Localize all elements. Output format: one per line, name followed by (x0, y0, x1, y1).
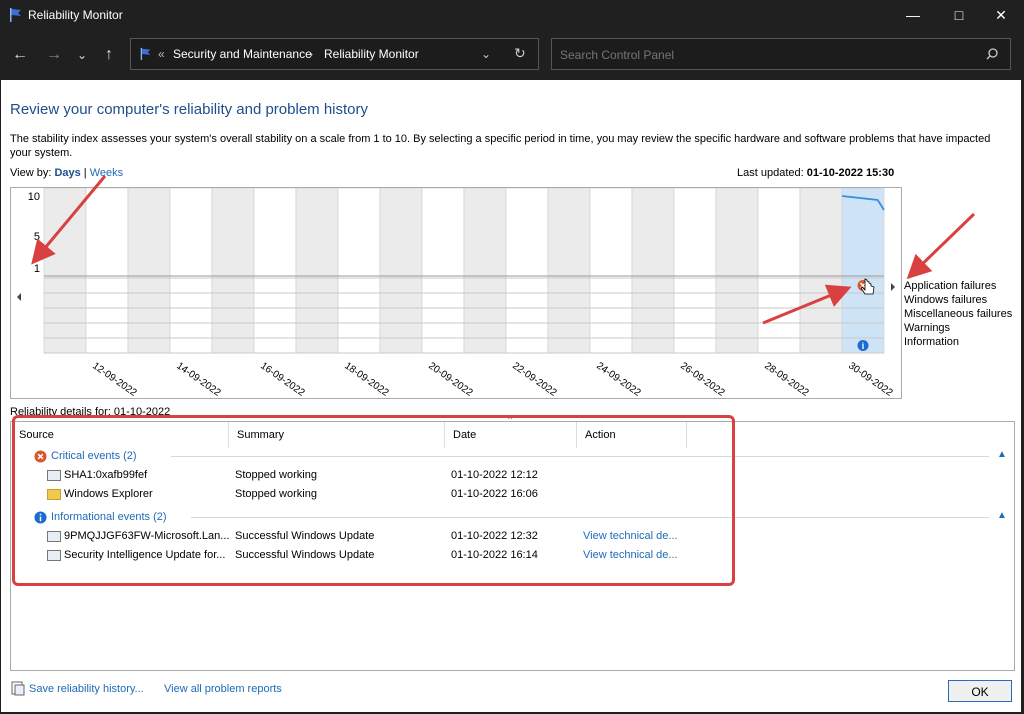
row-source: Windows Explorer (64, 488, 153, 500)
row-summary: Stopped working (235, 488, 317, 500)
address-dropdown-icon[interactable]: ⌄ (481, 47, 491, 61)
row-source: Security Intelligence Update for... (64, 549, 226, 561)
row-date: 01-10-2022 16:14 (451, 549, 538, 561)
breadcrumb-reliability-monitor[interactable]: Reliability Monitor (324, 47, 419, 61)
save-reliability-history-link[interactable]: Save reliability history... (29, 683, 144, 695)
maximize-button[interactable]: □ (936, 0, 982, 30)
folder-icon (47, 489, 61, 500)
reliability-details-list: Source Summary Date Action ⌃ Critical ev… (10, 416, 1016, 671)
column-header-action[interactable]: Action (577, 422, 687, 448)
close-button[interactable]: ✕ (978, 0, 1024, 30)
annotation-arrow (906, 212, 976, 280)
up-arrow-icon[interactable]: ↑ (98, 44, 120, 66)
row-date: 01-10-2022 16:06 (451, 488, 538, 500)
column-header-source[interactable]: Source (11, 422, 229, 448)
breadcrumb-overflow[interactable]: « (158, 47, 165, 61)
back-arrow-icon[interactable]: ← (9, 44, 31, 66)
annotation-arrow (31, 175, 107, 265)
annotation-arrows (31, 175, 976, 325)
group-divider (191, 517, 989, 518)
table-row[interactable]: SHA1:0xafb99fef Stopped working 01-10-20… (11, 467, 1016, 485)
breadcrumb-security-and-maintenance[interactable]: Security and Maintenance (173, 47, 312, 61)
information-icon (34, 511, 47, 524)
collapse-chevron-icon[interactable]: ▲ (997, 510, 1007, 521)
annotation-arrow (762, 284, 852, 325)
row-source: SHA1:0xafb99fef (64, 469, 148, 481)
forward-arrow-icon[interactable]: → (43, 44, 65, 66)
recent-locations-chevron-icon[interactable]: ⌄ (71, 44, 93, 66)
save-document-icon (11, 681, 25, 696)
app-window-icon (47, 550, 61, 561)
navigation-bar: ← → ⌄ ↑ « Security and Maintenance › Rel… (0, 30, 1024, 80)
group-header-informational-events[interactable]: Informational events (2) (51, 511, 167, 523)
view-technical-details-link[interactable]: View technical de... (583, 530, 678, 542)
app-window-icon (47, 470, 61, 481)
view-all-problem-reports-link[interactable]: View all problem reports (164, 683, 282, 695)
row-summary: Successful Windows Update (235, 530, 375, 542)
table-row[interactable]: Security Intelligence Update for... Succ… (11, 547, 1016, 565)
row-summary: Stopped working (235, 469, 317, 481)
collapse-chevron-icon[interactable]: ▲ (997, 449, 1007, 460)
critical-error-icon (34, 450, 47, 463)
row-source: 9PMQJJGF63FW-Microsoft.Lan... (64, 530, 230, 542)
app-window-icon (47, 531, 61, 542)
address-bar[interactable]: « Security and Maintenance › Reliability… (130, 38, 539, 70)
refresh-icon[interactable]: ↻ (514, 45, 526, 62)
view-technical-details-link[interactable]: View technical de... (583, 549, 678, 561)
table-row[interactable]: 9PMQJJGF63FW-Microsoft.Lan... Successful… (11, 528, 1016, 546)
flag-icon (140, 47, 151, 61)
breadcrumb-separator-icon: › (309, 47, 313, 61)
window-title: Reliability Monitor (28, 8, 123, 22)
group-header-critical-events[interactable]: Critical events (2) (51, 450, 137, 462)
row-summary: Successful Windows Update (235, 549, 375, 561)
main-content: Review your computer's reliability and p… (1, 80, 1021, 712)
ok-button[interactable]: OK (948, 680, 1012, 702)
flag-icon (10, 8, 21, 22)
row-date: 01-10-2022 12:32 (451, 530, 538, 542)
title-bar: Reliability Monitor — □ ✕ (0, 0, 1024, 30)
search-box[interactable] (551, 38, 1011, 70)
search-icon[interactable] (986, 48, 998, 60)
minimize-button[interactable]: — (890, 0, 936, 30)
group-divider (171, 456, 989, 457)
row-date: 01-10-2022 12:12 (451, 469, 538, 481)
column-header-summary[interactable]: Summary (229, 422, 445, 448)
search-input[interactable] (558, 45, 962, 65)
table-row[interactable]: Windows Explorer Stopped working 01-10-2… (11, 486, 1016, 504)
